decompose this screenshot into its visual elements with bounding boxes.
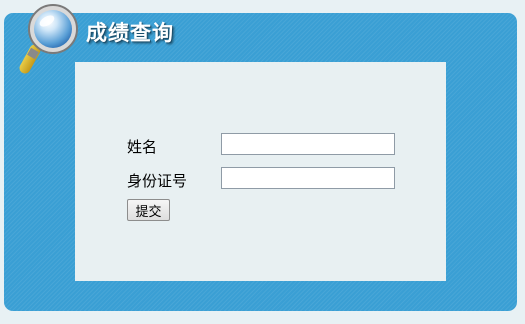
magnifier-icon [19, 4, 78, 74]
page-title: 成绩查询 [86, 21, 174, 45]
id-number-label: 身份证号 [127, 172, 188, 190]
name-label: 姓名 [127, 138, 158, 156]
query-form: 姓名 身份证号 提交 [75, 62, 446, 281]
id-number-input[interactable] [221, 167, 395, 189]
submit-button[interactable]: 提交 [127, 199, 170, 221]
name-input[interactable] [221, 133, 395, 155]
